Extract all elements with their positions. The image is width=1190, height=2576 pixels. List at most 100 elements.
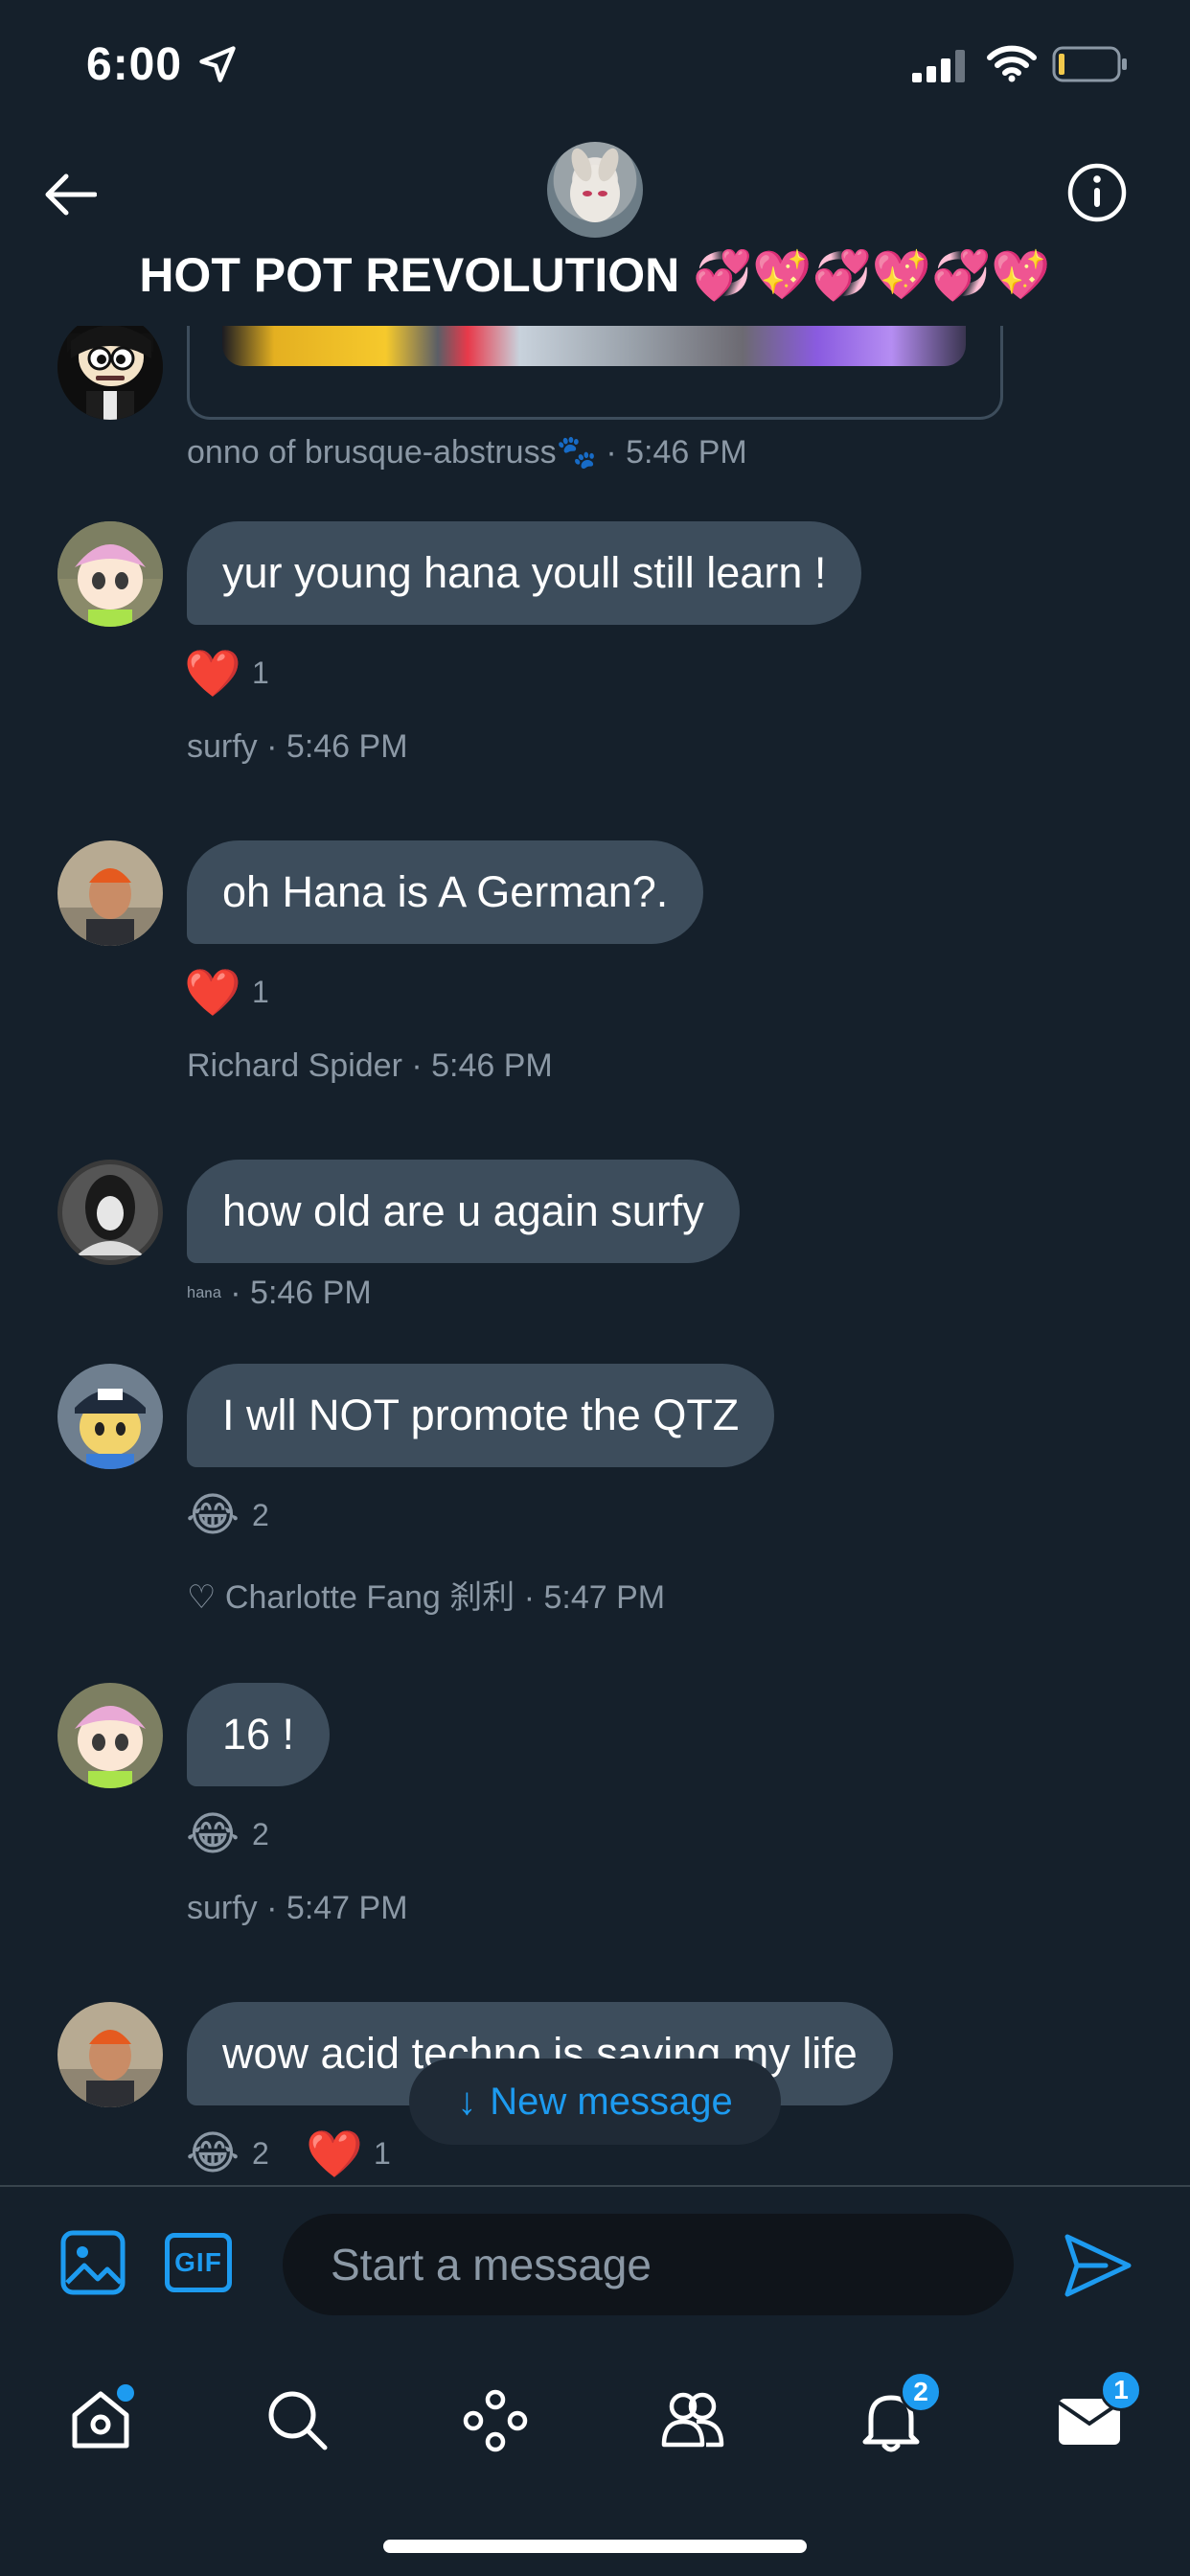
- message-item: how old are u again surfy ʰᵃⁿᵃ · 5:46 PM: [0, 1160, 1190, 1351]
- group-title[interactable]: HOT POT REVOLUTION 💞💖💞💖💞💖: [0, 247, 1190, 304]
- message-meta: surfy · 5:47 PM: [187, 1890, 408, 1927]
- send-button[interactable]: [1064, 2233, 1133, 2298]
- add-photo-button[interactable]: [59, 2229, 126, 2296]
- message-bubble[interactable]: 16 !: [187, 1683, 331, 1786]
- tab-bar: 2 1: [0, 2338, 1190, 2576]
- new-message-button[interactable]: ↓ New message: [409, 2058, 781, 2145]
- message-item: oh Hana is A German?. ❤️ 1 Richard Spide…: [0, 840, 1190, 1128]
- reaction-count: 1: [252, 655, 269, 690]
- reaction-count: 1: [252, 974, 269, 1009]
- image-icon: [60, 2230, 126, 2295]
- avatar-image: [57, 521, 163, 627]
- new-message-label: New message: [490, 2080, 733, 2123]
- reaction-pill[interactable]: 😂 2: [185, 1806, 269, 1862]
- sender-name[interactable]: surfy: [187, 728, 258, 765]
- sender-name[interactable]: onno of brusque-abstruss🐾: [187, 434, 597, 471]
- avatar-image: [57, 1160, 163, 1265]
- gif-label: GIF: [174, 2247, 222, 2277]
- reaction-count: 2: [252, 2135, 269, 2171]
- battery-icon: [1052, 46, 1127, 82]
- sender-name[interactable]: Richard Spider: [187, 1047, 402, 1084]
- conversation-info-button[interactable]: [1065, 161, 1129, 224]
- wifi-icon: [987, 45, 1037, 82]
- avatar-image: [57, 326, 163, 420]
- reaction-pill[interactable]: 😂 2: [185, 2126, 269, 2181]
- group-avatar[interactable]: [547, 142, 643, 238]
- status-time: 6:00: [86, 39, 183, 90]
- location-arrow-icon: [199, 46, 236, 82]
- meta-separator: ·: [220, 1275, 251, 1311]
- spaces-icon: [463, 2389, 528, 2452]
- meta-separator: ·: [596, 434, 627, 471]
- arrow-down-icon: ↓: [457, 2080, 477, 2123]
- tab-notifications[interactable]: 2: [848, 2371, 942, 2463]
- avatar-image: [57, 1364, 163, 1469]
- reaction-pill[interactable]: ❤️ 1: [306, 2126, 391, 2181]
- heart-icon: ❤️: [306, 2128, 363, 2180]
- home-notification-dot: [117, 2384, 134, 2402]
- message-meta: surfy · 5:46 PM: [187, 728, 408, 766]
- arrow-left-icon: [45, 173, 97, 216]
- messages-badge: 1: [1100, 2369, 1142, 2411]
- media-attachment[interactable]: [187, 326, 1003, 420]
- avatar-image: [57, 1683, 163, 1788]
- message-input[interactable]: [283, 2214, 1014, 2315]
- tab-messages[interactable]: 1: [1046, 2369, 1142, 2463]
- message-list[interactable]: onno of brusque-abstruss🐾 · 5:46 PM yur …: [0, 326, 1190, 2185]
- message-item: yur young hana youll still learn ! ❤️ 1 …: [0, 521, 1190, 809]
- message-bubble[interactable]: I wll NOT promote the QTZ: [187, 1364, 775, 1467]
- group-avatar-image: [570, 148, 620, 222]
- gif-button[interactable]: GIF: [165, 2233, 232, 2292]
- conversation-header: HOT POT REVOLUTION 💞💖💞💖💞💖: [0, 125, 1190, 326]
- message-composer: GIF: [0, 2185, 1190, 2338]
- message-time: 5:46 PM: [286, 728, 408, 765]
- sender-name[interactable]: ʰᵃⁿᵃ: [187, 1283, 221, 1309]
- avatar[interactable]: [57, 2002, 163, 2107]
- tab-search[interactable]: [254, 2377, 340, 2463]
- message-meta: ♡ Charlotte Fang 刹利 · 5:47 PM: [187, 1571, 665, 1618]
- media-image: [222, 326, 966, 366]
- tab-spaces[interactable]: [452, 2377, 538, 2463]
- tears-of-joy-icon: 😂: [185, 2128, 240, 2179]
- heart-icon: ❤️: [184, 648, 241, 700]
- sender-name[interactable]: surfy: [187, 1890, 258, 1926]
- meta-separator: ·: [401, 1047, 432, 1084]
- send-icon: [1064, 2234, 1132, 2297]
- message-meta: ʰᵃⁿᵃ · 5:46 PM: [187, 1275, 372, 1312]
- message-item: I wll NOT promote the QTZ 😂 2 ♡ Charlott…: [0, 1364, 1190, 1651]
- back-button[interactable]: [38, 163, 102, 226]
- tab-communities[interactable]: [650, 2377, 736, 2463]
- search-icon: [268, 2391, 328, 2450]
- avatar[interactable]: [57, 1364, 163, 1469]
- reaction-count: 2: [252, 1816, 269, 1852]
- tears-of-joy-icon: 😂: [185, 1490, 240, 1541]
- message-time: 5:47 PM: [543, 1579, 666, 1616]
- meta-separator: ·: [257, 728, 286, 765]
- reaction-pill[interactable]: ❤️ 1: [184, 964, 269, 1020]
- message-bubble[interactable]: yur young hana youll still learn !: [187, 521, 862, 625]
- message-item: 16 ! 😂 2 surfy · 5:47 PM: [0, 1683, 1190, 1970]
- cellular-signal-icon: [912, 50, 965, 82]
- reaction-pill[interactable]: ❤️ 1: [184, 645, 269, 701]
- message-time: 5:47 PM: [286, 1890, 408, 1926]
- reaction-pill[interactable]: 😂 2: [185, 1487, 269, 1543]
- reaction-count: 2: [252, 1497, 269, 1532]
- reaction-count: 1: [374, 2135, 391, 2171]
- home-indicator[interactable]: [383, 2540, 807, 2553]
- message-time: 5:46 PM: [431, 1047, 553, 1084]
- message-bubble[interactable]: oh Hana is A German?.: [187, 840, 704, 944]
- message-bubble[interactable]: how old are u again surfy: [187, 1160, 740, 1263]
- tears-of-joy-icon: 😂: [185, 1809, 240, 1860]
- sender-name[interactable]: ♡ Charlotte Fang 刹利: [187, 1579, 515, 1616]
- heart-icon: ❤️: [184, 967, 241, 1019]
- avatar[interactable]: [57, 521, 163, 627]
- avatar[interactable]: [57, 840, 163, 946]
- avatar[interactable]: [57, 326, 163, 420]
- info-icon: [1067, 163, 1127, 222]
- communities-icon: [661, 2392, 724, 2448]
- status-bar: 6:00: [0, 0, 1190, 125]
- avatar[interactable]: [57, 1683, 163, 1788]
- message-time: 5:46 PM: [626, 434, 747, 471]
- tab-home[interactable]: [57, 2377, 144, 2463]
- avatar[interactable]: [57, 1160, 163, 1265]
